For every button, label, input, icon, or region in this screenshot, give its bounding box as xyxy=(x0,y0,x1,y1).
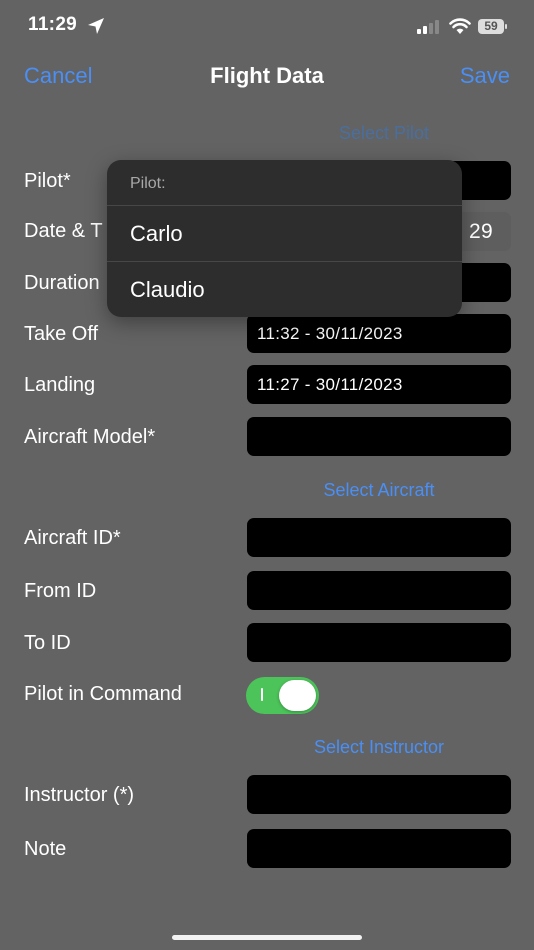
from-id-label: From ID xyxy=(24,580,97,602)
pilot-option-carlo[interactable]: Carlo xyxy=(107,206,462,261)
pilot-in-command-label: Pilot in Command xyxy=(24,683,182,705)
landing-field[interactable]: 11:27 - 30/11/2023 xyxy=(247,365,511,404)
landing-label: Landing xyxy=(24,374,96,396)
select-aircraft-link[interactable]: Select Aircraft xyxy=(247,480,511,501)
select-instructor-link[interactable]: Select Instructor xyxy=(247,737,511,758)
save-button[interactable]: Save xyxy=(460,63,510,89)
pilot-picker-menu: Pilot: Carlo Claudio xyxy=(107,160,462,317)
takeoff-label: Take Off xyxy=(24,323,99,345)
aircraft-id-label: Aircraft ID* xyxy=(24,527,121,549)
cellular-signal-icon xyxy=(417,20,441,34)
takeoff-field[interactable]: 11:32 - 30/11/2023 xyxy=(247,314,511,353)
pilot-label: Pilot* xyxy=(24,170,71,192)
wifi-icon xyxy=(449,18,471,34)
note-label: Note xyxy=(24,838,67,860)
select-pilot-link[interactable]: Select Pilot xyxy=(247,123,521,144)
home-indicator xyxy=(172,935,362,940)
to-id-field[interactable] xyxy=(247,623,511,662)
location-arrow-icon xyxy=(88,18,104,34)
battery-level: 59 xyxy=(478,19,504,34)
pilot-picker-header: Pilot: xyxy=(130,175,166,192)
toggle-on-mark xyxy=(261,688,263,701)
note-field[interactable] xyxy=(247,829,511,868)
status-time: 11:29 xyxy=(28,14,78,35)
instructor-label: Instructor (*) xyxy=(24,784,135,806)
pilot-in-command-toggle[interactable] xyxy=(246,677,319,714)
pilot-option-claudio[interactable]: Claudio xyxy=(107,262,462,317)
toggle-knob xyxy=(279,680,316,711)
battery-icon: 59 xyxy=(478,19,508,35)
date-time-label: Date & T xyxy=(24,220,103,242)
aircraft-model-field[interactable] xyxy=(247,417,511,456)
from-id-field[interactable] xyxy=(247,571,511,610)
aircraft-model-label: Aircraft Model* xyxy=(24,426,156,448)
duration-label: Duration xyxy=(24,272,100,294)
aircraft-id-field[interactable] xyxy=(247,518,511,557)
cancel-button[interactable]: Cancel xyxy=(24,63,92,89)
instructor-field[interactable] xyxy=(247,775,511,814)
to-id-label: To ID xyxy=(24,632,71,654)
